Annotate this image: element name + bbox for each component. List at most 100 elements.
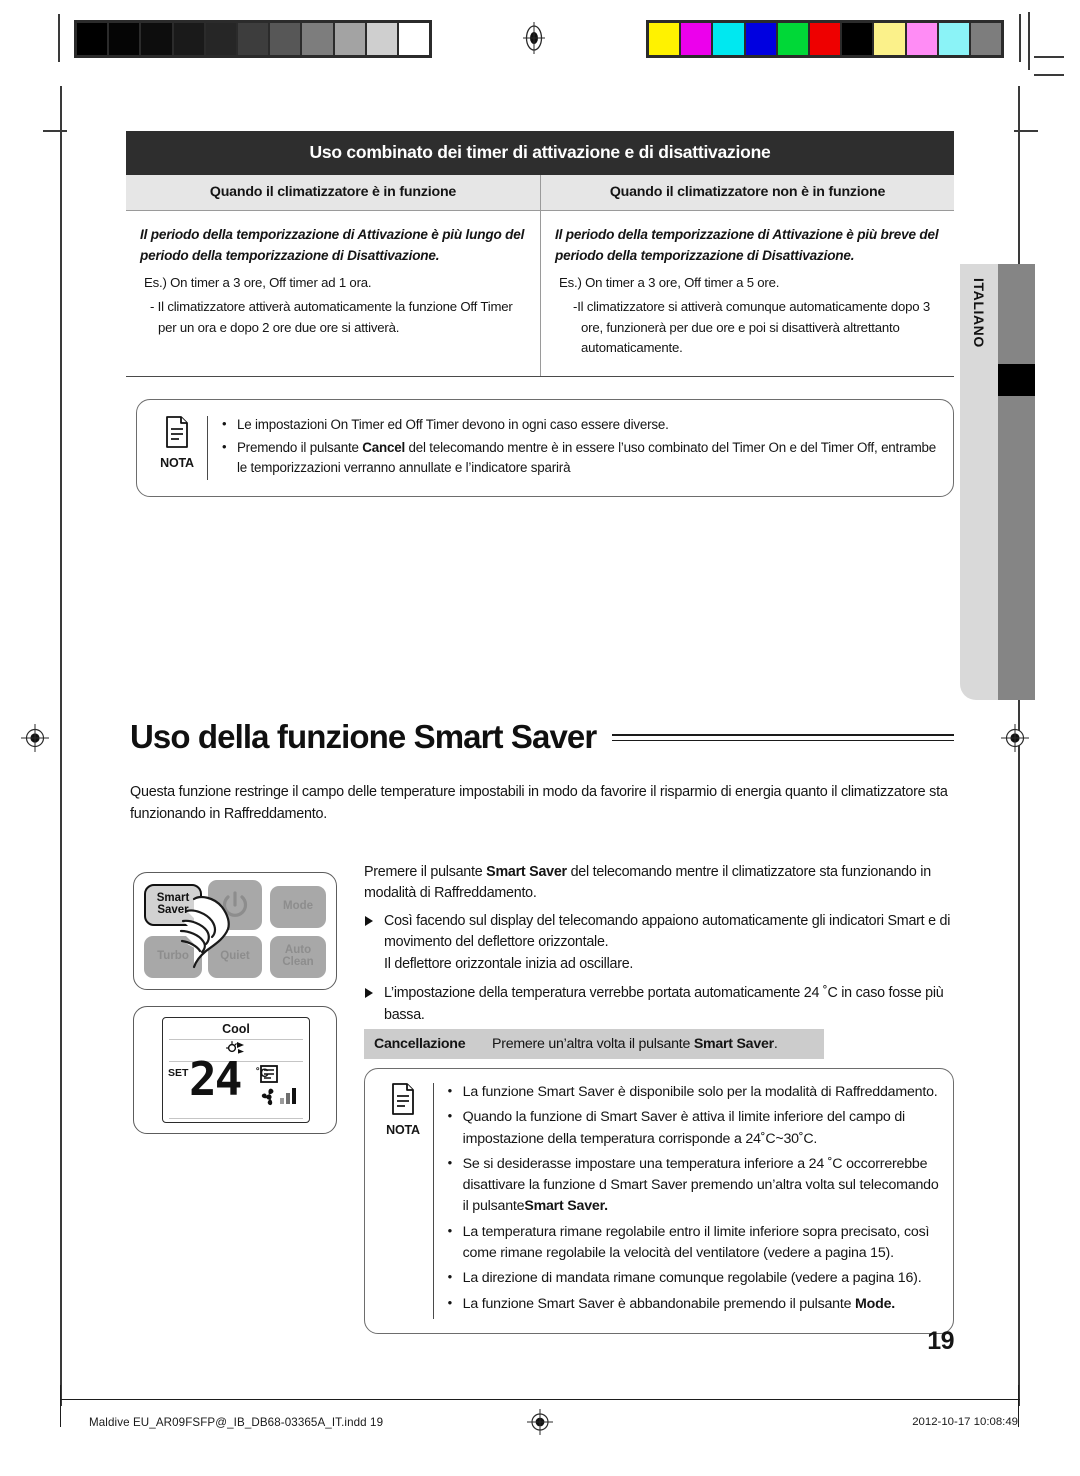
cancellation-label: Cancellazione	[374, 1036, 466, 1052]
remote-display-illustration: Cool SET 24 ˚C	[133, 1006, 337, 1134]
note-list-item: Le impostazioni On Timer ed Off Timer de…	[220, 414, 937, 435]
page-number: 19	[927, 1327, 954, 1355]
instruction-bullet: L’impostazione della temperatura verrebb…	[364, 983, 954, 1026]
note-list-item: Quando la funzione di Smart Saver è atti…	[446, 1106, 939, 1150]
note-divider	[433, 1083, 434, 1319]
cancellation-value-pre: Premere un’altra volta il pulsante	[492, 1036, 694, 1052]
note-list-item: Se si desiderasse impostare una temperat…	[446, 1153, 939, 1218]
heading-rule	[612, 733, 954, 741]
table-cell-running: Il periodo della temporizzazione di Atti…	[126, 211, 540, 376]
note-text: Quando la funzione di Smart Saver è atti…	[462, 1109, 906, 1147]
instruction-bullet-text: L’impostazione della temperatura verrebb…	[384, 985, 944, 1023]
note-list-item: La funzione Smart Saver è disponibile so…	[446, 1081, 939, 1103]
cancellation-value-bold: Smart Saver	[693, 1036, 774, 1052]
page-footer: Maldive EU_AR09FSFP@_IB_DB68-03365A_IT.i…	[0, 1385, 1080, 1446]
remote-button-smart-saver[interactable]: Smart Saver	[144, 884, 202, 926]
instruction-intro: Premere il pulsante Smart Saver del tele…	[364, 862, 954, 905]
page-guide-left	[60, 86, 62, 1406]
page-title: Uso della funzione Smart Saver	[130, 718, 597, 755]
cancellation-bar: Cancellazione Premere un’altra volta il …	[364, 1029, 824, 1059]
instructions-column: Premere il pulsante Smart Saver del tele…	[364, 862, 954, 1034]
table-header-row: Quando il climatizzatore è in funzione Q…	[126, 175, 954, 211]
registration-target-icon-right	[1000, 723, 1029, 757]
remote-button-auto-clean[interactable]: Auto Clean	[270, 936, 326, 978]
table-body-row: Il periodo della temporizzazione di Atti…	[126, 211, 954, 378]
note-badge: NOTA	[375, 1081, 431, 1139]
note-text-pre: Premendo il pulsante	[236, 439, 363, 455]
remote-button-panel-illustration: Smart Saver Mode Turbo Quiet Auto Clean	[133, 872, 337, 990]
lcd-divider-bottom	[169, 1118, 303, 1119]
footer-tick-left	[60, 1385, 62, 1427]
cell-lead-text: Il periodo della temporizzazione di Atti…	[555, 227, 939, 263]
cell-detail-text: - Il climatizzatore attiverà automaticam…	[150, 299, 513, 335]
lcd-main-row: SET 24 ˚C	[163, 1056, 309, 1115]
language-tab-text: ITALIANO	[960, 278, 998, 468]
note-box-timer: NOTA Le impostazioni On Timer ed Off Tim…	[136, 399, 954, 498]
note-badge: NOTA	[149, 414, 205, 472]
cancellation-value: Premere un’altra volta il pulsante Smart…	[492, 1036, 778, 1052]
lcd-mode-label: Cool	[222, 1022, 250, 1036]
registration-target-icon-left	[20, 723, 49, 757]
table-header-running: Quando il climatizzatore è in funzione	[209, 184, 457, 200]
combined-timer-table: Uso combinato dei timer di attivazione e…	[126, 131, 954, 378]
instruction-intro-bold: Smart Saver	[486, 864, 567, 880]
note-text-pre: La funzione Smart Saver è abbandonabile …	[462, 1295, 856, 1312]
instruction-intro-pre: Premere il pulsante	[364, 864, 487, 880]
cell-example-text: Es.) On timer a 3 ore, Off timer ad 1 or…	[144, 275, 372, 291]
note-list-item: La funzione Smart Saver è abbandonabile …	[446, 1293, 939, 1315]
note-document-icon	[375, 1083, 431, 1120]
footer-rule	[60, 1399, 1020, 1401]
note-list-item: Premendo il pulsante Cancel del telecoma…	[220, 437, 937, 478]
note-badge-label: NOTA	[160, 456, 194, 470]
cell-example-text: Es.) On timer a 3 ore, Off timer a 5 ore…	[559, 275, 780, 291]
fan-speed-bars-icon	[280, 1088, 296, 1104]
note-text-bold: Smart Saver.	[524, 1198, 608, 1215]
language-tab-dark	[998, 264, 1035, 700]
lcd-temperature-value: 24	[189, 1052, 242, 1106]
note-list-item: La direzione di mandata rimane comunque …	[446, 1267, 939, 1289]
cell-lead-text: Il periodo della temporizzazione di Atti…	[140, 227, 525, 263]
triangle-bullet-icon	[365, 915, 373, 926]
footer-tick-right	[1018, 1385, 1020, 1427]
table-cell-not-running: Il periodo della temporizzazione di Atti…	[540, 211, 954, 377]
note-badge-label: NOTA	[386, 1123, 420, 1137]
manual-page: Uso combinato dei timer di attivazione e…	[0, 0, 1080, 1476]
remote-button-quiet[interactable]: Quiet	[208, 936, 262, 978]
lcd-screen: Cool SET 24 ˚C	[162, 1017, 310, 1123]
note-text: La temperatura rimane regolabile entro i…	[462, 1223, 930, 1262]
note-list-item: La temperatura rimane regolabile entro i…	[446, 1221, 939, 1265]
triangle-bullet-icon	[365, 988, 373, 999]
note-text: Le impostazioni On Timer ed Off Timer de…	[236, 417, 669, 432]
instruction-bullet-text: Così facendo sul display del telecomando…	[384, 912, 951, 972]
note-divider	[207, 416, 208, 481]
language-tab-label: ITALIANO	[971, 278, 987, 348]
cell-detail-text: -Il climatizzatore si attiverà comunque …	[573, 299, 931, 356]
language-tab-marker	[998, 364, 1035, 396]
note-item-list: La funzione Smart Saver è disponibile so…	[446, 1081, 939, 1319]
note-text-bold: Cancel	[362, 439, 405, 455]
note-text-bold: Mode.	[855, 1295, 896, 1312]
power-icon	[222, 891, 248, 917]
remote-button-power[interactable]	[208, 880, 262, 930]
instruction-bullet: Così facendo sul display del telecomando…	[364, 911, 954, 975]
footer-timestamp: 2012-10-17 10:08:49	[912, 1416, 1018, 1428]
horizontal-swing-icon	[260, 1065, 278, 1083]
note-box-smart-saver: NOTA La funzione Smart Saver è disponibi…	[364, 1068, 954, 1334]
note-text: La funzione Smart Saver è disponibile so…	[462, 1084, 938, 1100]
remote-button-mode[interactable]: Mode	[270, 886, 326, 928]
note-document-icon	[149, 416, 205, 453]
footer-filename: Maldive EU_AR09FSFP@_IB_DB68-03365A_IT.i…	[89, 1416, 384, 1429]
lcd-right-icons	[259, 1064, 303, 1115]
section-intro-paragraph: Questa funzione restringe il campo delle…	[130, 784, 948, 822]
language-side-tab: ITALIANO	[960, 264, 1035, 700]
table-header-not-running: Quando il climatizzatore non è in funzio…	[540, 175, 954, 210]
remote-button-turbo[interactable]: Turbo	[144, 936, 202, 978]
lcd-set-label: SET	[168, 1067, 189, 1079]
cancellation-value-post: .	[773, 1036, 778, 1052]
table-title: Uso combinato dei timer di attivazione e…	[126, 131, 954, 175]
registration-target-icon-footer	[526, 1408, 554, 1441]
note-text: La direzione di mandata rimane comunque …	[462, 1270, 922, 1287]
note-item-list: Le impostazioni On Timer ed Off Timer de…	[220, 414, 937, 480]
edge-tick-left-top	[43, 130, 67, 132]
fan-icon	[261, 1088, 274, 1106]
